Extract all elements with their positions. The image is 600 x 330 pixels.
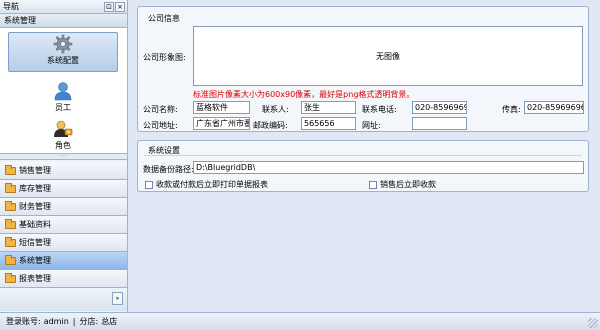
- nav-module-label: 销售管理: [19, 166, 51, 175]
- nav-module-list: 销售管理 库存管理 财务管理 基础资料 短信管理 系统管理 报表管理: [0, 162, 127, 288]
- nav-group-header[interactable]: 系统管理: [0, 14, 127, 28]
- contact-label: 联系人:: [262, 105, 289, 114]
- fax-label: 传真:: [502, 105, 521, 114]
- branch-label: 分店:: [79, 317, 99, 326]
- nav-module-basic-data[interactable]: 基础资料: [0, 216, 127, 234]
- nav-item-label: 员工: [55, 103, 71, 112]
- contact-field[interactable]: 张生: [301, 101, 356, 114]
- branch-value: 总店: [101, 317, 118, 326]
- group-divider: [144, 155, 582, 156]
- account-label: 登录账号:: [6, 317, 41, 326]
- address-label: 公司地址:: [143, 121, 178, 130]
- folder-icon: [5, 254, 16, 265]
- folder-icon: [5, 200, 16, 211]
- checkbox-label: 销售后立即收款: [380, 180, 436, 189]
- status-separator: |: [72, 317, 76, 326]
- splitter-grip[interactable]: ·····: [0, 154, 127, 160]
- backup-path-field[interactable]: D:\BluegridDB\: [193, 161, 584, 174]
- nav-footer: »: [0, 289, 127, 311]
- nav-item-system-config[interactable]: 系统配置: [8, 32, 118, 72]
- nav-item-label: 系统配置: [47, 56, 79, 65]
- nav-item-role[interactable]: 角色: [8, 118, 118, 152]
- nav-panel-title: 导航: [3, 2, 19, 11]
- folder-icon: [5, 236, 16, 247]
- checkbox-label: 收款或付款后立即打印单据报表: [156, 180, 268, 189]
- print-after-payment-checkbox[interactable]: 收款或付款后立即打印单据报表: [145, 179, 268, 190]
- company-name-field[interactable]: 蓝格软件: [193, 101, 250, 114]
- zip-label: 邮政编码:: [253, 121, 288, 130]
- system-settings-group: 系统设置 数据备份路径: D:\BluegridDB\ 收款或付款后立即打印单据…: [137, 140, 589, 192]
- zip-field[interactable]: 565656: [301, 117, 356, 130]
- receive-after-sale-checkbox[interactable]: 销售后立即收款: [369, 179, 436, 190]
- nav-icon-panel: 系统配置 员工 角色: [0, 28, 127, 154]
- pin-button[interactable]: ⊡: [104, 1, 114, 12]
- folder-icon: [5, 182, 16, 193]
- company-info-title: 公司信息: [148, 14, 180, 23]
- nav-more-button[interactable]: »: [112, 292, 123, 305]
- user-icon: [52, 80, 74, 102]
- company-info-group: 公司信息 公司形象图: 无图像 标准图片像素大小为600x90像素，最好是png…: [137, 6, 589, 132]
- nav-module-label: 短信管理: [19, 238, 51, 247]
- fax-field[interactable]: 020-85969696: [524, 101, 584, 114]
- backup-path-label: 数据备份路径:: [143, 165, 194, 174]
- navigation-panel: 导航 ⊡ × 系统管理 系统配置 员工 角色 ····· 销售管理 库存管理 财…: [0, 0, 128, 312]
- nav-module-label: 报表管理: [19, 274, 51, 283]
- image-size-hint: 标准图片像素大小为600x90像素，最好是png格式透明背景。: [193, 90, 415, 99]
- resize-grip-icon[interactable]: [588, 318, 598, 328]
- company-image-label: 公司形象图:: [143, 53, 186, 62]
- company-image-box[interactable]: 无图像: [193, 26, 583, 86]
- company-name-label: 公司名称:: [143, 105, 178, 114]
- website-label: 网址:: [362, 121, 381, 130]
- image-placeholder-text: 无图像: [376, 51, 400, 61]
- nav-module-label: 基础资料: [19, 220, 51, 229]
- status-bar: 登录账号: admin | 分店: 总店: [0, 312, 600, 330]
- role-icon: [52, 118, 74, 140]
- phone-field[interactable]: 020-85969696: [412, 101, 467, 114]
- folder-icon: [5, 218, 16, 229]
- folder-icon: [5, 164, 16, 175]
- main-content: 公司信息 公司形象图: 无图像 标准图片像素大小为600x90像素，最好是png…: [129, 0, 600, 312]
- folder-icon: [5, 272, 16, 283]
- account-value: admin: [43, 317, 69, 326]
- checkbox-box[interactable]: [369, 180, 377, 189]
- website-field[interactable]: [412, 117, 467, 130]
- nav-module-sales[interactable]: 销售管理: [0, 162, 127, 180]
- nav-module-inventory[interactable]: 库存管理: [0, 180, 127, 198]
- nav-module-sms[interactable]: 短信管理: [0, 234, 127, 252]
- nav-item-employee[interactable]: 员工: [8, 80, 118, 116]
- phone-label: 联系电话:: [362, 105, 397, 114]
- checkbox-box[interactable]: [145, 180, 153, 189]
- nav-module-reports[interactable]: 报表管理: [0, 270, 127, 288]
- nav-module-system[interactable]: 系统管理: [0, 252, 127, 270]
- address-field[interactable]: 广东省广州市番: [193, 117, 250, 130]
- gear-icon: [52, 33, 74, 55]
- nav-module-label: 库存管理: [19, 184, 51, 193]
- nav-module-finance[interactable]: 财务管理: [0, 198, 127, 216]
- close-button[interactable]: ×: [115, 1, 125, 12]
- nav-panel-header: 导航 ⊡ ×: [0, 0, 127, 14]
- nav-item-label: 角色: [55, 141, 71, 150]
- nav-module-label: 系统管理: [19, 256, 51, 265]
- nav-module-label: 财务管理: [19, 202, 51, 211]
